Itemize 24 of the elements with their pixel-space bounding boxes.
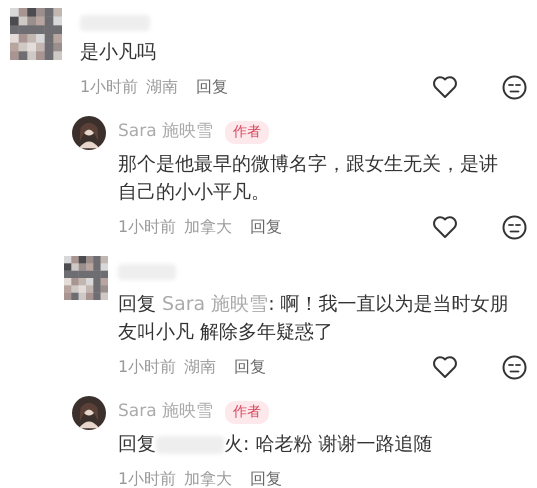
reply-link[interactable]: 回复 [196, 75, 228, 99]
dislike-icon[interactable] [502, 74, 527, 100]
comment-location: 加拿大 [184, 468, 232, 488]
comment-time: 1小时前 [118, 216, 176, 238]
comment-text: 那个是他最早的微博名字，跟女生无关，是讲自己的小小平凡。 [118, 152, 499, 205]
heart-icon[interactable] [432, 354, 458, 378]
dislike-icon[interactable] [502, 354, 527, 380]
comment-text: 回复 火: 哈老粉 谢谢一路追随 [118, 432, 434, 457]
comment-location: 湖南 [146, 76, 178, 98]
heart-icon[interactable] [432, 214, 458, 238]
reply-link[interactable]: 回复 [250, 215, 282, 239]
comment-text: 回复 Sara 施映雪: 啊！我一直以为是当时女朋友叫小凡 解除多年疑惑了 [118, 292, 510, 345]
dislike-icon[interactable] [502, 214, 527, 240]
author-badge: 作者 [225, 120, 270, 144]
author-badge: 作者 [225, 400, 270, 424]
comment-time: 1小时前 [118, 468, 176, 488]
heart-icon[interactable] [432, 74, 458, 98]
reply-link[interactable]: 回复 [250, 467, 282, 488]
comment-time: 1小时前 [80, 76, 138, 98]
comment-location: 加拿大 [184, 216, 232, 238]
comment-location: 湖南 [184, 356, 216, 378]
reply-link[interactable]: 回复 [234, 355, 266, 379]
comment-time: 1小时前 [118, 356, 176, 378]
comment-text: 是小凡吗 [80, 40, 157, 65]
